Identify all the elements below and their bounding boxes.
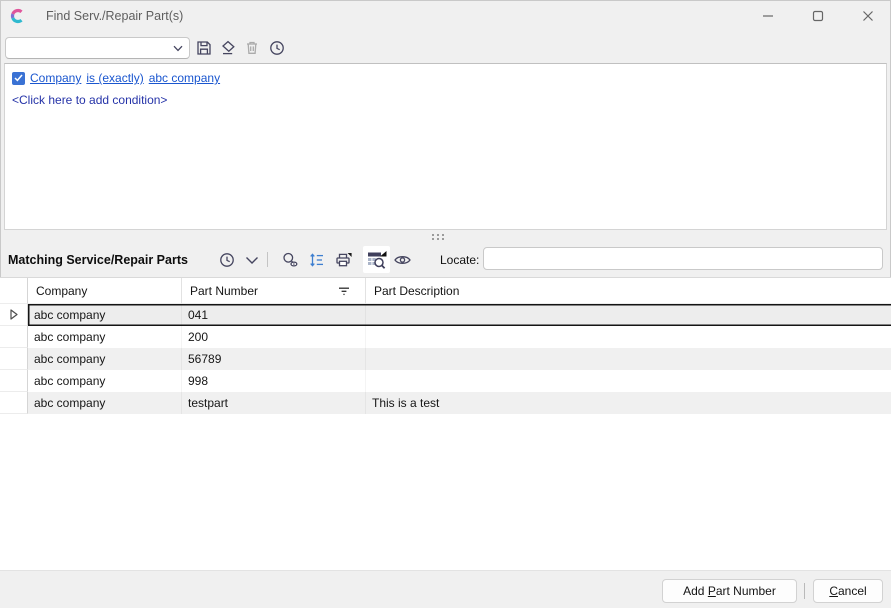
grid-search-button[interactable] [363, 246, 390, 273]
button-separator [804, 583, 805, 599]
condition-value-link[interactable]: abc company [149, 71, 220, 85]
toolbar-separator [267, 252, 268, 267]
cell-part-number[interactable]: 56789 [182, 348, 366, 370]
find-preview-button[interactable] [278, 248, 302, 272]
row-indicator-icon [10, 309, 18, 320]
chevron-down-icon [245, 256, 259, 265]
find-parts-dialog: Find Serv./Repair Part(s) [0, 0, 891, 608]
cell-part-description[interactable] [366, 304, 891, 326]
row-selector-cell[interactable] [0, 304, 28, 326]
row-selector-header [0, 278, 28, 304]
history-button[interactable] [215, 248, 239, 272]
delete-filter-button[interactable] [241, 37, 263, 59]
table-row[interactable]: abc company 998 [0, 370, 891, 392]
chevron-down-icon [173, 45, 183, 52]
column-header-part-number[interactable]: Part Number [182, 278, 366, 304]
app-logo-icon [10, 8, 26, 24]
recent-filters-button[interactable] [266, 37, 288, 59]
column-header-part-description[interactable]: Part Description [366, 278, 891, 304]
check-icon [14, 74, 23, 82]
table-row[interactable]: abc company 200 [0, 326, 891, 348]
row-selector-cell[interactable] [0, 348, 28, 370]
table-row[interactable]: abc company 041 [0, 304, 891, 326]
cell-company[interactable]: abc company [28, 326, 182, 348]
maximize-icon [812, 10, 824, 22]
table-empty-area [0, 414, 891, 570]
condition-checkbox[interactable] [12, 72, 25, 85]
close-button[interactable] [845, 0, 891, 32]
save-icon [195, 39, 213, 57]
results-section-title: Matching Service/Repair Parts [8, 253, 188, 267]
splitter-grip[interactable] [432, 234, 450, 241]
eraser-icon [219, 39, 237, 57]
table-body: abc company 041 abc company 200 [0, 304, 891, 414]
row-selector-cell[interactable] [0, 392, 28, 414]
history-clock-icon [268, 39, 286, 57]
preview-visibility-button[interactable] [390, 248, 414, 272]
sort-button[interactable] [305, 248, 329, 272]
condition-field-link[interactable]: Company [30, 71, 81, 85]
cell-company[interactable]: abc company [28, 370, 182, 392]
cell-part-number[interactable]: 200 [182, 326, 366, 348]
cell-part-number[interactable]: testpart [182, 392, 366, 414]
cancel-button[interactable]: Cancel [813, 579, 883, 603]
minimize-button[interactable] [745, 0, 791, 32]
print-icon [334, 251, 353, 269]
print-button[interactable] [331, 248, 355, 272]
results-table: Company Part Number Part Description abc… [0, 277, 891, 570]
sort-icon [308, 251, 326, 269]
table-header-row: Company Part Number Part Description [0, 278, 891, 304]
save-filter-button[interactable] [193, 37, 215, 59]
maximize-button[interactable] [795, 0, 841, 32]
find-preview-icon [281, 251, 299, 269]
cell-part-number[interactable]: 041 [182, 304, 366, 326]
cell-company[interactable]: abc company [28, 348, 182, 370]
add-part-number-button[interactable]: Add Part Number [662, 579, 797, 603]
cell-company[interactable]: abc company [28, 392, 182, 414]
grid-search-icon [366, 250, 387, 270]
filter-preset-combobox[interactable] [5, 37, 190, 59]
locate-label: Locate: [440, 253, 479, 267]
locate-input[interactable] [483, 247, 883, 270]
column-header-company[interactable]: Company [28, 278, 182, 304]
clock-icon [218, 251, 236, 269]
cell-part-description[interactable] [366, 370, 891, 392]
more-options-button[interactable] [240, 248, 264, 272]
clear-filter-button[interactable] [217, 37, 239, 59]
trash-icon [243, 39, 261, 57]
cell-part-description[interactable] [366, 348, 891, 370]
close-icon [862, 10, 874, 22]
cell-part-description[interactable] [366, 326, 891, 348]
cell-part-description[interactable]: This is a test [366, 392, 891, 414]
title-bar: Find Serv./Repair Part(s) [0, 0, 891, 32]
minimize-icon [762, 10, 774, 22]
row-selector-cell[interactable] [0, 326, 28, 348]
window-title: Find Serv./Repair Part(s) [46, 0, 183, 32]
filter-condition-panel: Company is (exactly) abc company <Click … [4, 63, 887, 230]
add-condition-link[interactable]: <Click here to add condition> [12, 93, 167, 107]
cell-company[interactable]: abc company [28, 304, 182, 326]
dialog-footer: Add Part Number Cancel [0, 570, 891, 608]
condition-operator-link[interactable]: is (exactly) [86, 71, 143, 85]
table-row[interactable]: abc company testpart This is a test [0, 392, 891, 414]
sort-ascending-icon [337, 285, 351, 297]
cell-part-number[interactable]: 998 [182, 370, 366, 392]
row-selector-cell[interactable] [0, 370, 28, 392]
eye-icon [393, 253, 412, 267]
table-row[interactable]: abc company 56789 [0, 348, 891, 370]
